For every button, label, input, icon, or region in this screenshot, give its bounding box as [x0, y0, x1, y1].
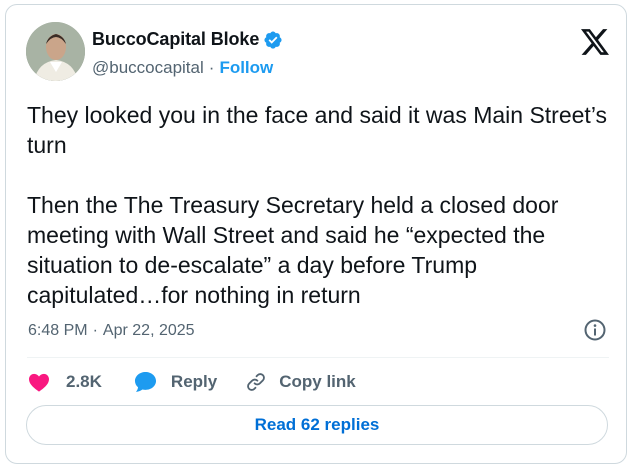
verified-badge-icon	[264, 30, 282, 49]
copy-link-label: Copy link	[279, 372, 356, 391]
tweet-card: BuccoCapital Bloke @buccocapital · Follo…	[5, 4, 627, 464]
author-display-name[interactable]: BuccoCapital Bloke	[92, 29, 259, 50]
tweet-time: 6:48 PM	[28, 322, 88, 339]
tweet-date: Apr 22, 2025	[102, 322, 195, 339]
tweet-paragraph: Then the The Treasury Secretary held a c…	[27, 192, 559, 308]
read-replies-button[interactable]: Read 62 replies	[26, 405, 608, 445]
tweet-text: They looked you in the face and said it …	[27, 100, 617, 310]
speech-bubble-icon	[134, 371, 156, 392]
divider	[27, 357, 609, 358]
like-button[interactable]: 2.8K	[28, 372, 102, 392]
like-count: 2.8K	[66, 372, 102, 391]
author-handle[interactable]: @buccocapital	[92, 58, 204, 78]
tweet-paragraph: They looked you in the face and said it …	[27, 102, 608, 158]
tweet-timestamp[interactable]: 6:48 PM · Apr 22, 2025	[28, 322, 195, 340]
reply-button[interactable]: Reply	[134, 371, 217, 393]
info-icon[interactable]	[583, 318, 607, 342]
x-logo-icon[interactable]	[581, 29, 609, 55]
author-handle-row: @buccocapital · Follow	[92, 58, 273, 78]
read-replies-label: Read 62 replies	[254, 415, 380, 434]
action-bar: 2.8K Reply Copy link	[28, 371, 356, 393]
copy-link-button[interactable]: Copy link	[245, 371, 356, 393]
meta-separator: ·	[92, 322, 98, 339]
author-name-row: BuccoCapital Bloke	[92, 29, 283, 50]
follow-button[interactable]: Follow	[219, 58, 273, 78]
handle-separator: ·	[208, 58, 215, 77]
reply-label: Reply	[170, 372, 218, 391]
link-icon	[247, 373, 266, 391]
avatar[interactable]	[26, 22, 85, 81]
heart-icon	[29, 373, 49, 392]
